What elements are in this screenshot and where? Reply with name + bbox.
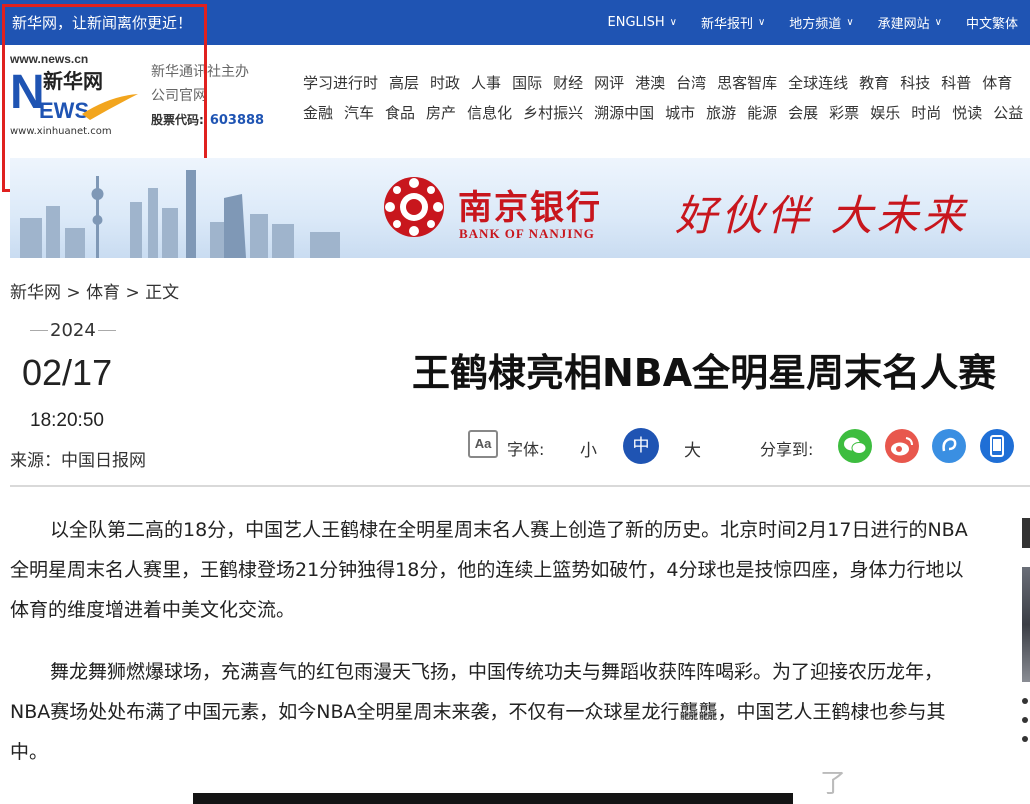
channel-link[interactable]: 能源 xyxy=(747,102,777,123)
breadcrumb-section[interactable]: 体育 xyxy=(86,283,120,303)
top-nav-traditional[interactable]: 中文繁体 xyxy=(954,13,1030,32)
article-paragraph: 以全队第二高的18分，中国艺人王鹤棣在全明星周末名人赛上创造了新的历史。北京时间… xyxy=(10,519,968,621)
channel-link[interactable]: 汽车 xyxy=(344,102,374,123)
font-large-button[interactable]: 大 xyxy=(684,436,701,461)
sidebar-edge-icon[interactable] xyxy=(1022,518,1030,548)
channel-link[interactable]: 学习进行时 xyxy=(303,72,378,93)
sidebar-thumbnail-image[interactable] xyxy=(1022,567,1030,682)
breadcrumb-home[interactable]: 新华网 xyxy=(10,283,61,303)
watermark-text: 了 xyxy=(820,769,846,799)
bank-logo-icon xyxy=(384,177,444,237)
bank-ad-banner[interactable]: 南京银行 BANK OF NANJING 好伙伴 大未来 xyxy=(10,158,1030,258)
article-body: 以全队第二高的18分，中国艺人王鹤棣在全明星周末名人赛上创造了新的历史。北京时间… xyxy=(10,510,970,794)
channel-row-2: 金融 汽车 食品 房产 信息化 乡村振兴 溯源中国 城市 旅游 能源 会展 彩票… xyxy=(303,98,1030,126)
channel-link[interactable]: 彩票 xyxy=(829,102,859,123)
top-nav-sites[interactable]: 承建网站 ∨ xyxy=(866,13,954,32)
banner-slogan: 好伙伴 大未来 xyxy=(675,191,969,240)
article-paragraph: 舞龙舞狮燃爆球场，充满喜气的红包雨漫天飞扬，中国传统功夫与舞蹈收获阵阵喝彩。为了… xyxy=(10,661,946,763)
publish-year-text: 2024 xyxy=(50,320,96,341)
channel-link[interactable]: 旅游 xyxy=(706,102,736,123)
channel-row-1: 学习进行时 高层 时政 人事 国际 财经 网评 港澳 台湾 思客智库 全球连线 … xyxy=(303,68,1030,96)
sidebar-bullets xyxy=(1022,698,1030,758)
channel-link[interactable]: 信息化 xyxy=(467,102,512,123)
channel-link[interactable]: 时尚 xyxy=(911,102,941,123)
year-dash xyxy=(97,330,116,331)
share-label: 分享到: xyxy=(760,440,814,459)
header-divider xyxy=(10,485,1030,487)
top-nav-traditional-label: 中文繁体 xyxy=(965,17,1018,32)
channel-link[interactable]: 财经 xyxy=(553,72,583,93)
top-nav-english-label: ENGLISH xyxy=(607,15,665,30)
top-nav-local-label: 地方频道 xyxy=(789,17,842,32)
publish-time: 18:20:50 xyxy=(30,410,104,431)
top-nav-local[interactable]: 地方频道 ∨ xyxy=(777,13,865,32)
chevron-down-icon: ∨ xyxy=(934,17,942,28)
channel-link[interactable]: 港澳 xyxy=(635,72,665,93)
channel-link[interactable]: 国际 xyxy=(512,72,542,93)
channel-link[interactable]: 房产 xyxy=(426,102,456,123)
breadcrumb: 新华网 > 体育 > 正文 xyxy=(10,278,179,303)
bank-name: 南京银行 xyxy=(458,188,602,228)
channel-link[interactable]: 台湾 xyxy=(676,72,706,93)
channel-link[interactable]: 乡村振兴 xyxy=(523,102,583,123)
channel-link[interactable]: 溯源中国 xyxy=(594,102,654,123)
top-nav-newspapers[interactable]: 新华报刊 ∨ xyxy=(689,13,777,32)
breadcrumb-separator: > xyxy=(120,283,146,303)
video-player[interactable] xyxy=(193,793,793,804)
channel-link[interactable]: 思客智库 xyxy=(717,72,777,93)
channel-link[interactable]: 教育 xyxy=(859,72,889,93)
chevron-down-icon: ∨ xyxy=(669,17,677,28)
publish-date: 02/17 xyxy=(22,352,113,393)
font-medium-button[interactable]: 中 xyxy=(623,428,659,464)
wechat-share-icon[interactable] xyxy=(838,429,872,463)
channel-link[interactable]: 科技 xyxy=(900,72,930,93)
top-nav-sites-label: 承建网站 xyxy=(877,17,930,32)
channel-link[interactable]: 高层 xyxy=(389,72,419,93)
article-title: 王鹤棣亮相NBA全明星周末名人赛 xyxy=(412,351,997,395)
top-nav: ENGLISH ∨ 新华报刊 ∨ 地方频道 ∨ 承建网站 ∨ 中文繁体 xyxy=(596,0,1030,45)
channel-link[interactable]: 悦读 xyxy=(952,102,982,123)
bank-name-en: BANK OF NANJING xyxy=(459,226,595,241)
font-small-button[interactable]: 小 xyxy=(580,436,597,461)
channel-link[interactable]: 人事 xyxy=(471,72,501,93)
chevron-down-icon: ∨ xyxy=(757,17,766,28)
year-dash xyxy=(30,330,48,331)
stock-code[interactable]: 603888 xyxy=(210,113,264,128)
channel-link[interactable]: 全球连线 xyxy=(788,72,848,93)
channel-link[interactable]: 时政 xyxy=(430,72,460,93)
channel-link[interactable]: 娱乐 xyxy=(870,102,900,123)
top-nav-newspapers-label: 新华报刊 xyxy=(700,17,753,32)
channel-link[interactable]: 会展 xyxy=(788,102,818,123)
mobile-share-icon[interactable] xyxy=(980,429,1014,463)
top-nav-english[interactable]: ENGLISH ∨ xyxy=(596,15,689,30)
font-size-icon: Aa xyxy=(468,430,498,458)
channel-link[interactable]: 体育 xyxy=(982,72,1012,93)
channel-link[interactable]: 网评 xyxy=(594,72,624,93)
font-size-label: 字体: xyxy=(507,440,545,459)
article-source: 来源：中国日报网 xyxy=(10,451,146,471)
channel-link[interactable]: 科普 xyxy=(941,72,971,93)
weibo-share-icon[interactable] xyxy=(885,429,919,463)
chevron-down-icon: ∨ xyxy=(846,17,854,28)
breadcrumb-separator: > xyxy=(61,283,87,303)
city-skyline-image xyxy=(20,170,340,258)
channel-nav: 学习进行时 高层 时政 人事 国际 财经 网评 港澳 台湾 思客智库 全球连线 … xyxy=(303,68,1030,126)
publish-year: 2024 xyxy=(28,320,118,341)
channel-link[interactable]: 公益 xyxy=(993,102,1023,123)
breadcrumb-current: 正文 xyxy=(145,283,180,303)
link-share-icon[interactable] xyxy=(932,429,966,463)
channel-link[interactable]: 城市 xyxy=(665,102,695,123)
channel-link[interactable]: 金融 xyxy=(303,102,333,123)
channel-link[interactable]: 食品 xyxy=(385,102,415,123)
